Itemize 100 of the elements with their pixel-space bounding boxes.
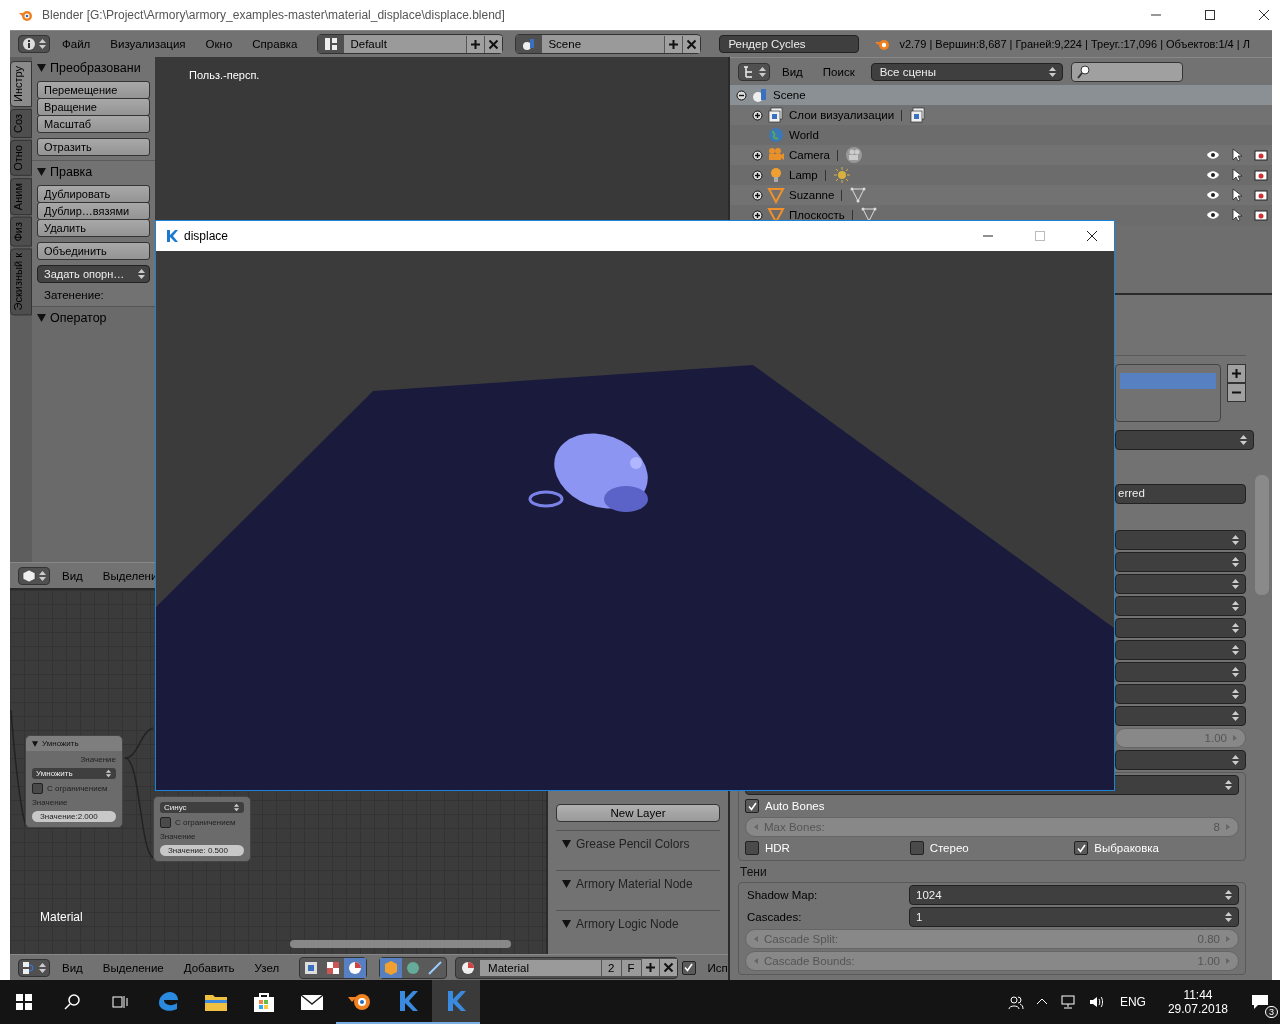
list-box[interactable] [1115,364,1221,422]
menu-item[interactable]: Окно [197,38,241,50]
task-view-icon[interactable] [111,993,129,1011]
disclosure-triangle-icon[interactable] [562,920,571,928]
disclosure-triangle-icon[interactable] [37,168,46,176]
editor-type-button[interactable] [18,35,50,53]
user-count[interactable]: 2 [601,959,621,976]
camera-icon[interactable] [1254,149,1268,161]
pivot-dropdown[interactable]: Задать опорн… [37,265,150,283]
scene-selector[interactable]: Scene [515,34,702,54]
maximize-icon[interactable] [1204,9,1216,21]
scroll-bar[interactable] [290,940,511,948]
delete-icon[interactable] [484,35,503,53]
panel-title[interactable]: Armory Logic Node [576,917,679,931]
panel-title[interactable]: Преобразовани [50,61,141,75]
operation-dropdown[interactable]: Умножить [32,768,116,779]
scroll-bar[interactable] [1255,475,1269,595]
editor-type-button[interactable] [18,958,50,977]
menu-item[interactable]: Вид [774,65,811,78]
text-field[interactable]: erred [1115,484,1246,504]
close-icon[interactable] [1258,9,1270,21]
disclosure-triangle-icon[interactable] [562,880,571,888]
menu-item[interactable]: Файл [54,38,99,50]
cube-icon[interactable] [380,957,403,978]
menu-item[interactable]: Выделение [94,961,172,974]
cursor-icon[interactable] [1232,148,1242,162]
value-field[interactable]: Значение: 0.500 [160,845,244,856]
expand-toggle[interactable] [752,109,763,121]
menu-item[interactable]: Вид [54,569,91,582]
value-field[interactable]: Значение:2.000 [32,811,116,822]
fake-user-toggle[interactable]: F [620,959,641,976]
tool-button[interactable]: Отразить [37,138,150,156]
tool-shelf-tab[interactable]: Аним [10,177,32,215]
expand-toggle[interactable] [752,149,763,161]
expand-toggle[interactable] [752,209,763,221]
checkbox[interactable] [32,783,43,794]
disclosure-triangle-icon[interactable] [37,64,46,72]
panel-title[interactable]: Armory Material Node [576,877,693,891]
panel-title[interactable]: Оператор [50,311,107,325]
tool-button[interactable]: Объединить [37,242,150,260]
outliner-row[interactable]: Suzanne [730,185,1272,205]
menu-item[interactable]: Справка [244,38,306,50]
checkbox[interactable] [745,799,759,813]
outliner-row[interactable]: Слои визуализации [730,105,1272,125]
remove-icon[interactable] [1227,383,1246,402]
outliner-row[interactable]: Camera [730,145,1272,165]
menu-item[interactable]: Вид [54,961,91,974]
tool-shelf-tab[interactable]: Отно [10,140,32,176]
material-name-field[interactable]: Material [480,959,602,976]
display-mode-dropdown[interactable]: Все сцены [870,62,1063,81]
expand-toggle[interactable] [752,169,763,181]
camera-icon[interactable] [1254,169,1268,181]
clock[interactable]: 11:44 29.07.2018 [1167,988,1228,1016]
tool-button[interactable]: Вращение [37,98,150,116]
search-field[interactable] [1070,61,1183,82]
camera-icon[interactable] [1254,209,1268,221]
menu-item[interactable]: Узел [246,961,288,974]
notification-icon[interactable] [1251,994,1269,1010]
network-icon[interactable] [1059,994,1076,1010]
panel-title[interactable]: Grease Pencil Colors [576,837,690,851]
checkbox[interactable] [1074,841,1089,855]
dropdown[interactable]: 1024 [909,885,1239,905]
cursor-icon[interactable] [1232,208,1242,222]
add-icon[interactable] [664,35,683,53]
checkbox[interactable] [160,817,171,828]
new-layer-button[interactable]: New Layer [556,804,720,822]
add-icon[interactable] [1227,364,1246,383]
tool-button[interactable]: Дублировать [37,185,150,203]
menu-item[interactable]: Визуализация [102,38,194,50]
outliner-row[interactable]: Scene [730,85,1272,105]
add-icon[interactable] [466,35,485,53]
disclosure-triangle-icon[interactable] [562,840,571,848]
render-engine-dropdown[interactable]: Рендер Cycles [719,35,860,53]
shader-source-buttons[interactable] [379,956,448,979]
delete-icon[interactable] [682,35,701,53]
checkbox[interactable] [909,841,924,855]
volume-icon[interactable] [1087,994,1104,1010]
eye-icon[interactable] [1206,210,1220,220]
tool-shelf-tab[interactable]: Инстру [10,61,32,107]
menu-item[interactable]: Поиск [814,65,863,78]
close-icon[interactable] [1086,230,1098,242]
camera-icon[interactable] [1254,189,1268,201]
editor-type-button[interactable] [18,566,50,585]
operation-dropdown[interactable]: Синус [160,802,244,813]
tool-button[interactable]: Дублир…вязями [37,202,150,220]
windows-start-icon[interactable] [15,993,33,1011]
tool-button[interactable]: Удалить [37,219,150,237]
editor-type-button[interactable] [738,62,770,81]
tool-shelf-tab[interactable]: Соз [10,109,32,138]
tool-button[interactable]: Перемещение [37,81,150,99]
search-icon[interactable] [63,993,81,1011]
expand-toggle[interactable] [736,89,747,101]
tool-shelf-tab[interactable]: Эскизный к [10,248,32,316]
menu-item[interactable]: Добавить [175,961,243,974]
tool-shelf-tab[interactable]: Физ [10,216,32,247]
eye-icon[interactable] [1206,170,1220,180]
disclosure-triangle-icon[interactable] [32,740,38,747]
shader-type-buttons[interactable] [299,956,368,979]
dropdown[interactable]: 1 [909,907,1239,927]
disclosure-triangle-icon[interactable] [37,314,46,322]
